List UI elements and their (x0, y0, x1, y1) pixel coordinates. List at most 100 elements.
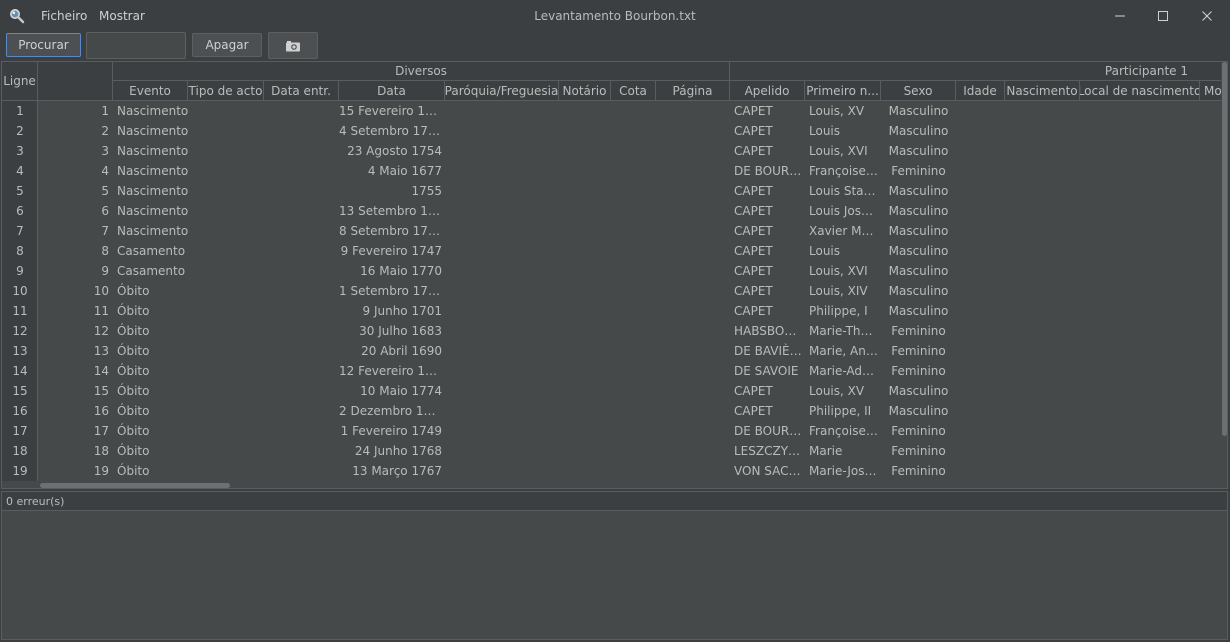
primeiro-nome-cell[interactable]: Louis, XVI (809, 141, 879, 161)
row-number-cell[interactable]: 18 (2, 441, 38, 461)
column-header-cota[interactable]: Cota (611, 81, 656, 101)
evento-cell[interactable]: Óbito (117, 381, 189, 401)
horizontal-scrollbar-thumb[interactable] (40, 483, 230, 488)
table-row[interactable]: 7 7 Nascimento 8 Setembro 1753 CAPET Xavier M… (2, 221, 1220, 241)
sexo-cell[interactable]: Masculino (881, 141, 956, 161)
sexo-cell[interactable]: Feminino (881, 421, 956, 441)
id-cell[interactable]: 4 (38, 161, 109, 181)
sexo-cell[interactable]: Masculino (881, 301, 956, 321)
primeiro-nome-cell[interactable]: Louis (809, 121, 879, 141)
data-cell[interactable]: 16 Maio 1770 (339, 261, 442, 281)
apelido-cell[interactable]: CAPET (734, 261, 804, 281)
sexo-cell[interactable]: Feminino (881, 361, 956, 381)
apelido-cell[interactable]: CAPET (734, 401, 804, 421)
primeiro-nome-cell[interactable]: Marie-Thér... (809, 321, 879, 341)
primeiro-nome-cell[interactable]: Marie-Josè... (809, 461, 879, 481)
table-row[interactable]: 16 16 Óbito 2 Dezembro 1723 CAPET Philippe, I… (2, 401, 1220, 421)
evento-cell[interactable]: Nascimento (117, 121, 189, 141)
column-header-data[interactable]: Data (339, 81, 445, 101)
sexo-cell[interactable]: Masculino (881, 201, 956, 221)
apelido-cell[interactable]: CAPET (734, 221, 804, 241)
primeiro-nome-cell[interactable]: Marie-Adél... (809, 361, 879, 381)
apelido-cell[interactable]: CAPET (734, 241, 804, 261)
id-cell[interactable]: 11 (38, 301, 109, 321)
table-row[interactable]: 18 18 Óbito 24 Junho 1768 LESZCZYN... Marie Fe… (2, 441, 1220, 461)
row-number-cell[interactable]: 11 (2, 301, 38, 321)
row-number-cell[interactable]: 19 (2, 461, 38, 481)
data-cell[interactable]: 4 Setembro 1729 (339, 121, 442, 141)
vertical-scrollbar[interactable] (1221, 62, 1227, 442)
column-header-local-de-nascimento[interactable]: Local de nascimento (1080, 81, 1200, 101)
clear-button[interactable]: Apagar (192, 33, 262, 57)
id-cell[interactable]: 3 (38, 141, 109, 161)
row-number-cell[interactable]: 7 (2, 221, 38, 241)
apelido-cell[interactable]: DE BAVIÈRE (734, 341, 804, 361)
table-row[interactable]: 9 9 Casamento 16 Maio 1770 CAPET Louis, XVI Ma… (2, 261, 1220, 281)
table-row[interactable]: 13 13 Óbito 20 Abril 1690 DE BAVIÈRE Marie, A… (2, 341, 1220, 361)
sexo-cell[interactable]: Masculino (881, 101, 956, 121)
evento-cell[interactable]: Óbito (117, 421, 189, 441)
evento-cell[interactable]: Óbito (117, 301, 189, 321)
apelido-cell[interactable]: CAPET (734, 121, 804, 141)
primeiro-nome-cell[interactable]: Louis, XVI (809, 261, 879, 281)
evento-cell[interactable]: Óbito (117, 441, 189, 461)
data-cell[interactable]: 13 Março 1767 (339, 461, 442, 481)
data-cell[interactable]: 24 Junho 1768 (339, 441, 442, 461)
sexo-cell[interactable]: Feminino (881, 461, 956, 481)
data-cell[interactable]: 20 Abril 1690 (339, 341, 442, 361)
id-cell[interactable]: 5 (38, 181, 109, 201)
menu-ficheiro[interactable]: Ficheiro (41, 9, 87, 23)
column-header-tipo-de-acto[interactable]: Tipo de acto (188, 81, 264, 101)
data-cell[interactable]: 8 Setembro 1753 (339, 221, 442, 241)
table-row[interactable]: 17 17 Óbito 1 Fevereiro 1749 DE BOURB... Fran… (2, 421, 1220, 441)
table-row[interactable]: 5 5 Nascimento 1755 CAPET Louis Stani... Mascu… (2, 181, 1220, 201)
sexo-cell[interactable]: Masculino (881, 401, 956, 421)
data-cell[interactable]: 23 Agosto 1754 (339, 141, 442, 161)
id-cell[interactable]: 17 (38, 421, 109, 441)
primeiro-nome-cell[interactable]: Marie, Ann... (809, 341, 879, 361)
id-cell[interactable]: 9 (38, 261, 109, 281)
primeiro-nome-cell[interactable]: Louis, XIV (809, 281, 879, 301)
id-cell[interactable]: 14 (38, 361, 109, 381)
sexo-cell[interactable]: Masculino (881, 261, 956, 281)
evento-cell[interactable]: Nascimento (117, 101, 189, 121)
primeiro-nome-cell[interactable]: Louis Stani... (809, 181, 879, 201)
primeiro-nome-cell[interactable]: Françoise, ... (809, 421, 879, 441)
search-input[interactable] (86, 32, 186, 59)
sexo-cell[interactable]: Masculino (881, 241, 956, 261)
row-number-cell[interactable]: 3 (2, 141, 38, 161)
table-row[interactable]: 15 15 Óbito 10 Maio 1774 CAPET Louis, XV Mascu… (2, 381, 1220, 401)
column-header-sexo[interactable]: Sexo (881, 81, 956, 101)
apelido-cell[interactable]: CAPET (734, 141, 804, 161)
column-header-apelido[interactable]: Apelido (730, 81, 805, 101)
search-button[interactable]: Procurar (6, 33, 81, 57)
apelido-cell[interactable]: LESZCZYN... (734, 441, 804, 461)
data-cell[interactable]: 9 Junho 1701 (339, 301, 443, 321)
table-row[interactable]: 10 10 Óbito 1 Setembro 1715 CAPET Louis, XIV M… (2, 281, 1220, 301)
evento-cell[interactable]: Nascimento (117, 221, 189, 241)
apelido-cell[interactable]: CAPET (734, 281, 804, 301)
sexo-cell[interactable]: Masculino (881, 381, 956, 401)
id-cell[interactable]: 2 (38, 121, 109, 141)
data-cell[interactable]: 4 Maio 1677 (339, 161, 442, 181)
table-row[interactable]: 11 11 Óbito 9 Junho 1701 CAPET Philippe, I Mas… (2, 301, 1220, 321)
evento-cell[interactable]: Casamento (117, 261, 189, 281)
minimize-button[interactable] (1097, 0, 1143, 32)
data-cell[interactable]: 15 Fevereiro 1710 (339, 101, 442, 121)
table-row[interactable]: 6 6 Nascimento 13 Setembro 1751 CAPET Louis J… (2, 201, 1220, 221)
table-row[interactable]: 12 12 Óbito 30 Julho 1683 HABSBOU... Marie-Th… (2, 321, 1220, 341)
primeiro-nome-cell[interactable]: Louis Jose... (809, 201, 879, 221)
data-cell[interactable]: 1755 (339, 181, 442, 201)
row-number-cell[interactable]: 15 (2, 381, 38, 401)
id-cell[interactable]: 16 (38, 401, 109, 421)
data-cell[interactable]: 10 Maio 1774 (339, 381, 442, 401)
row-number-cell[interactable]: 10 (2, 281, 38, 301)
primeiro-nome-cell[interactable]: Françoise, ... (809, 161, 879, 181)
primeiro-nome-cell[interactable]: Louis, XV (809, 381, 879, 401)
sexo-cell[interactable]: Feminino (881, 321, 956, 341)
evento-cell[interactable]: Óbito (117, 361, 189, 381)
data-cell[interactable]: 2 Dezembro 1723 (339, 401, 442, 421)
primeiro-nome-cell[interactable]: Louis (809, 241, 879, 261)
id-cell[interactable]: 6 (38, 201, 109, 221)
column-header-pagina[interactable]: Página (656, 81, 730, 101)
